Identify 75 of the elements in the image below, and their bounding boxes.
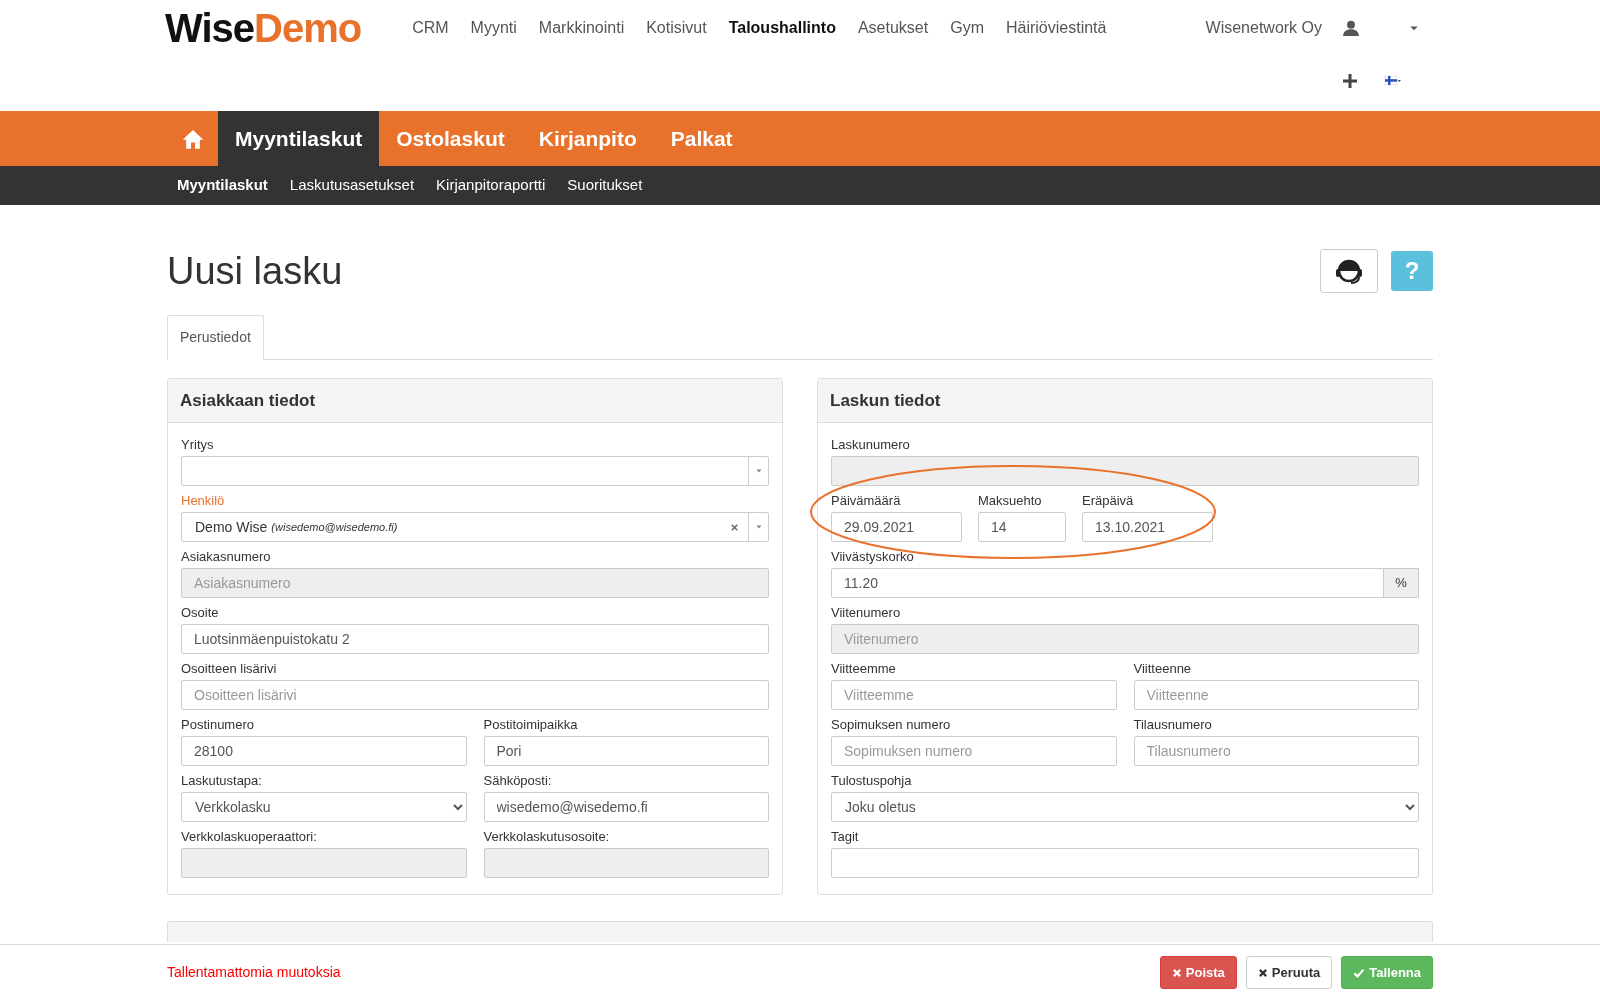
input-field[interactable]: Pori [483, 736, 769, 766]
field-label: Yritys [181, 437, 215, 452]
check-icon [1353, 966, 1366, 979]
input-field[interactable]: Luotsinmäenpuistokatu 2 [181, 624, 769, 654]
clear-icon[interactable] [730, 522, 739, 532]
footer-button[interactable]: Poista [1159, 956, 1237, 989]
main-nav-tab[interactable]: Myyntilaskut [218, 111, 380, 166]
field-label: Laskutustapa: [181, 773, 263, 788]
input-field[interactable]: 11.20 [831, 568, 1384, 598]
input-field[interactable]: 28100 [181, 736, 467, 766]
close-icon [1171, 967, 1182, 978]
field-note: (wisedemo@wisedemo.fi) [271, 519, 398, 535]
field-label: Laskunumero [831, 437, 911, 452]
field-label: Verkkolaskuoperaattori: [181, 829, 318, 844]
nav-link[interactable]: CRM [401, 16, 460, 40]
nav-link[interactable]: Markkinointi [527, 16, 636, 40]
field-label: Päivämäärä [831, 493, 902, 508]
input-addon: % [1384, 568, 1419, 598]
field-label: Eräpäivä [1082, 493, 1135, 508]
field-label: Maksuehto [978, 493, 1043, 508]
field-label: Tulostuspohja [831, 773, 913, 788]
company-name[interactable]: Wisenetwork Oy [1205, 16, 1322, 40]
nav-link[interactable]: Häiriöviestintä [994, 16, 1118, 40]
panel-title: Laskun tiedot [830, 389, 941, 412]
field-label: Postitoimipaikka [483, 717, 579, 732]
field-label: Verkkolaskutusosoite: [483, 829, 611, 844]
input-field[interactable]: 29.09.2021 [831, 512, 962, 542]
field-label: Osoite [181, 605, 220, 620]
nav-link[interactable]: Kotisivut [635, 16, 718, 40]
unsaved-message: Tallentamattomia muutoksia [167, 963, 341, 982]
nav-link[interactable]: Taloushallinto [717, 16, 847, 40]
plus-icon[interactable] [1342, 73, 1358, 89]
input-field[interactable]: Osoitteen lisärivi [181, 680, 769, 710]
field-label: Viitteenne [1133, 661, 1193, 676]
sub-nav-link[interactable]: Suoritukset [567, 174, 643, 197]
field-value: Demo Wise [195, 517, 268, 537]
user-icon[interactable] [1342, 19, 1360, 37]
footer-button[interactable]: Peruuta [1245, 956, 1333, 989]
support-button[interactable] [1320, 249, 1378, 293]
caret-icon[interactable] [754, 467, 763, 475]
input-field[interactable]: Tilausnumero [1133, 736, 1419, 766]
input-field[interactable]: 14 [978, 512, 1066, 542]
nav-link[interactable]: Myynti [459, 16, 528, 40]
nav-link[interactable]: Asetukset [846, 16, 940, 40]
field-label: Postinumero [181, 717, 255, 732]
sub-nav-link[interactable]: Kirjanpitoraportti [436, 174, 546, 197]
combo-field[interactable]: Demo Wise (wisedemo@wisedemo.fi) [181, 512, 769, 542]
field-label: Henkilö [181, 493, 226, 508]
field-label: Asiakasnumero [181, 549, 272, 564]
combo-field[interactable] [181, 456, 769, 486]
field-label: Viivästyskorko [831, 549, 915, 564]
field-label: Tilausnumero [1133, 717, 1213, 732]
input-field[interactable]: Viitteemme [831, 680, 1117, 710]
field-label: Tagit [831, 829, 860, 844]
sub-nav-link[interactable]: Laskutusasetukset [289, 174, 415, 197]
tab[interactable]: Perustiedot [167, 315, 264, 360]
select-field[interactable]: Verkkolasku [181, 792, 467, 822]
field-label: Sähköposti: [483, 773, 553, 788]
select-field[interactable]: Joku oletus [831, 792, 1419, 822]
close-icon [1257, 967, 1268, 978]
sub-nav-link[interactable]: Myyntilaskut [177, 174, 268, 197]
input-field[interactable] [831, 848, 1419, 878]
input-field[interactable]: wisedemo@wisedemo.fi [483, 792, 769, 822]
caret-icon[interactable] [754, 523, 763, 531]
input-field[interactable]: Viitteenne [1133, 680, 1419, 710]
panel-title: Asiakkaan tiedot [180, 389, 316, 412]
page-title: Uusi lasku [167, 248, 343, 294]
field-label: Viitenumero [831, 605, 902, 620]
nav-link[interactable]: Gym [939, 16, 995, 40]
input-field[interactable]: Sopimuksen numero [831, 736, 1117, 766]
input-field[interactable]: 13.10.2021 [1082, 512, 1213, 542]
field-label: Sopimuksen numero [831, 717, 952, 732]
field-label: Osoitteen lisärivi [181, 661, 278, 676]
logo[interactable]: WiseDemo [165, 8, 362, 48]
field-label: Viitteemme [831, 661, 897, 676]
